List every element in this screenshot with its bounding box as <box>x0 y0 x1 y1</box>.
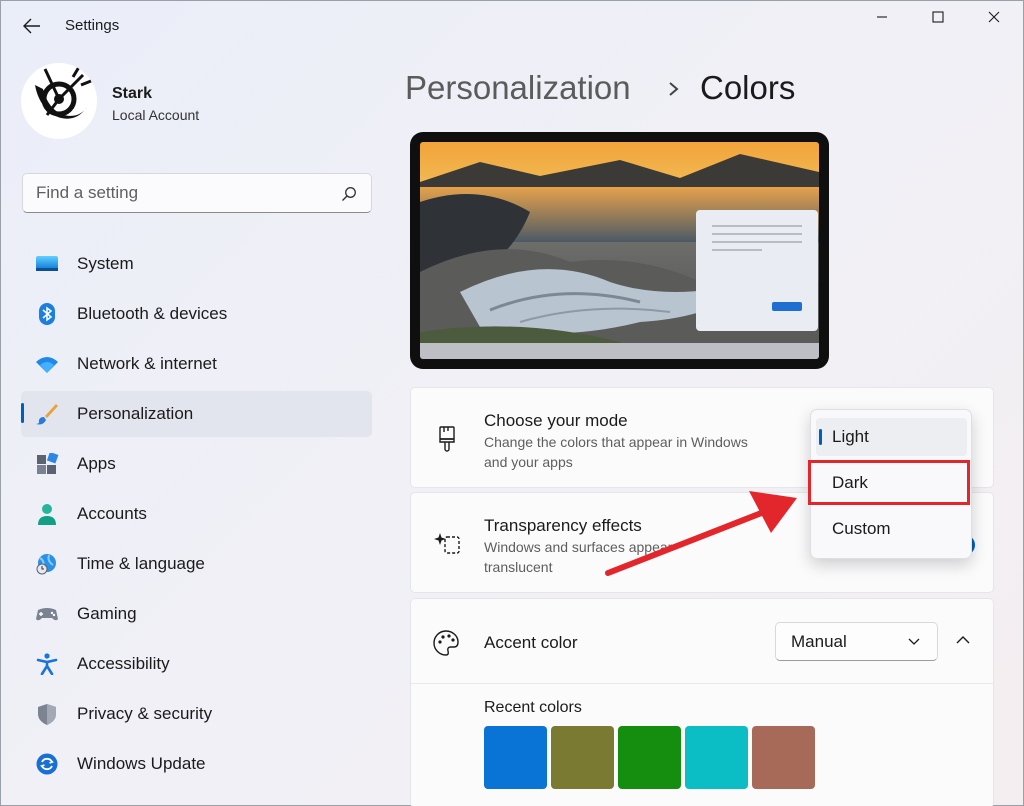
page-title: Colors <box>700 69 796 106</box>
back-button[interactable] <box>15 11 49 41</box>
sidebar-item-label: Gaming <box>77 604 137 623</box>
mode-description-line2: and your apps <box>484 454 573 470</box>
minimize-button[interactable] <box>854 1 910 33</box>
recent-color-swatch-3[interactable] <box>618 726 681 789</box>
sidebar-item-network[interactable]: Network & internet <box>21 341 372 387</box>
sidebar-item-label: Bluetooth & devices <box>77 304 228 323</box>
sidebar-item-system[interactable]: System <box>21 241 372 287</box>
sidebar-item-label: System <box>77 254 134 273</box>
mode-option-custom[interactable]: Custom <box>816 510 967 548</box>
user-name: Stark <box>112 85 153 102</box>
shield-icon <box>38 704 56 725</box>
chevron-right-icon <box>669 82 679 96</box>
avatar-logo-icon <box>22 64 96 138</box>
mode-option-label: Custom <box>832 519 891 538</box>
accent-title: Accent color <box>484 633 578 652</box>
update-icon <box>36 753 58 775</box>
recent-color-swatch-1[interactable] <box>484 726 547 789</box>
sidebar-item-label: Windows Update <box>77 754 206 773</box>
avatar[interactable] <box>21 63 97 139</box>
preview-taskbar <box>420 343 819 359</box>
account-type: Local Account <box>112 107 200 123</box>
close-button[interactable] <box>966 1 1022 33</box>
annotation-arrow-icon <box>605 491 797 576</box>
close-icon <box>988 11 1000 23</box>
mode-title: Choose your mode <box>484 411 628 430</box>
wifi-icon <box>36 357 58 373</box>
sidebar-item-label: Network & internet <box>77 354 217 373</box>
preview-app-window <box>696 210 818 331</box>
palette-icon <box>433 630 459 656</box>
sidebar-item-bluetooth[interactable]: Bluetooth & devices <box>21 291 372 337</box>
breadcrumb-parent[interactable]: Personalization <box>405 69 631 107</box>
sidebar-item-accessibility[interactable]: Accessibility <box>21 641 372 687</box>
transparency-icon <box>434 533 460 554</box>
person-icon <box>38 504 56 525</box>
chevron-down-icon <box>908 638 920 645</box>
recent-color-swatch-2[interactable] <box>551 726 614 789</box>
search-icon[interactable] <box>341 186 357 202</box>
mode-option-label: Light <box>832 427 869 446</box>
search-input[interactable] <box>23 174 371 212</box>
sidebar-item-label: Accessibility <box>77 654 170 673</box>
sidebar-item-apps[interactable]: Apps <box>21 441 372 487</box>
globe-clock-icon <box>36 554 56 575</box>
title-bar: Settings <box>1 1 1023 49</box>
recent-color-swatch-4[interactable] <box>685 726 748 789</box>
recent-colors-label: Recent colors <box>484 699 582 716</box>
accessibility-icon <box>36 653 58 675</box>
minimize-icon <box>877 16 887 18</box>
search-box[interactable] <box>22 173 372 213</box>
sidebar-item-privacy[interactable]: Privacy & security <box>21 691 372 737</box>
sidebar-item-label: Personalization <box>77 404 194 423</box>
sidebar-item-label: Time & language <box>77 554 205 573</box>
apps-icon <box>37 453 59 474</box>
sidebar-item-accounts[interactable]: Accounts <box>21 491 372 537</box>
annotation-highlight-box <box>808 460 970 505</box>
preview-wallpaper <box>420 142 819 359</box>
preview-window-content <box>712 225 802 311</box>
divider <box>411 683 993 684</box>
bluetooth-icon <box>39 303 55 325</box>
transparency-description-line2: translucent <box>484 559 553 575</box>
gamepad-icon <box>36 608 58 621</box>
maximize-button[interactable] <box>910 1 966 33</box>
settings-window: Settings Stark Local Account Find a sett… <box>0 0 1024 806</box>
recent-color-swatch-5[interactable] <box>752 726 815 789</box>
sidebar-item-label: Privacy & security <box>77 704 213 723</box>
sidebar-item-label: Apps <box>77 454 116 473</box>
accent-select-value: Manual <box>791 632 847 651</box>
brush-icon <box>36 404 58 425</box>
sidebar-item-personalization[interactable]: Personalization <box>21 391 372 437</box>
sidebar-item-windows-update[interactable]: Windows Update <box>21 741 372 787</box>
paintbrush-icon <box>439 426 455 452</box>
mode-description-line1: Change the colors that appear in Windows <box>484 434 748 450</box>
sidebar-item-time-language[interactable]: Time & language <box>21 541 372 587</box>
sidebar-item-gaming[interactable]: Gaming <box>21 591 372 637</box>
sidebar-item-label: Accounts <box>77 504 147 523</box>
theme-preview <box>410 132 829 369</box>
mode-option-light[interactable]: Light <box>816 418 967 456</box>
back-arrow-icon <box>23 18 40 34</box>
sidebar-nav: System Bluetooth & devices Network & int… <box>21 241 372 791</box>
system-icon <box>36 256 58 271</box>
maximize-icon <box>932 11 944 23</box>
app-title: Settings <box>65 17 120 34</box>
chevron-up-icon[interactable] <box>956 635 970 645</box>
accent-mode-select[interactable]: Manual <box>775 622 938 661</box>
